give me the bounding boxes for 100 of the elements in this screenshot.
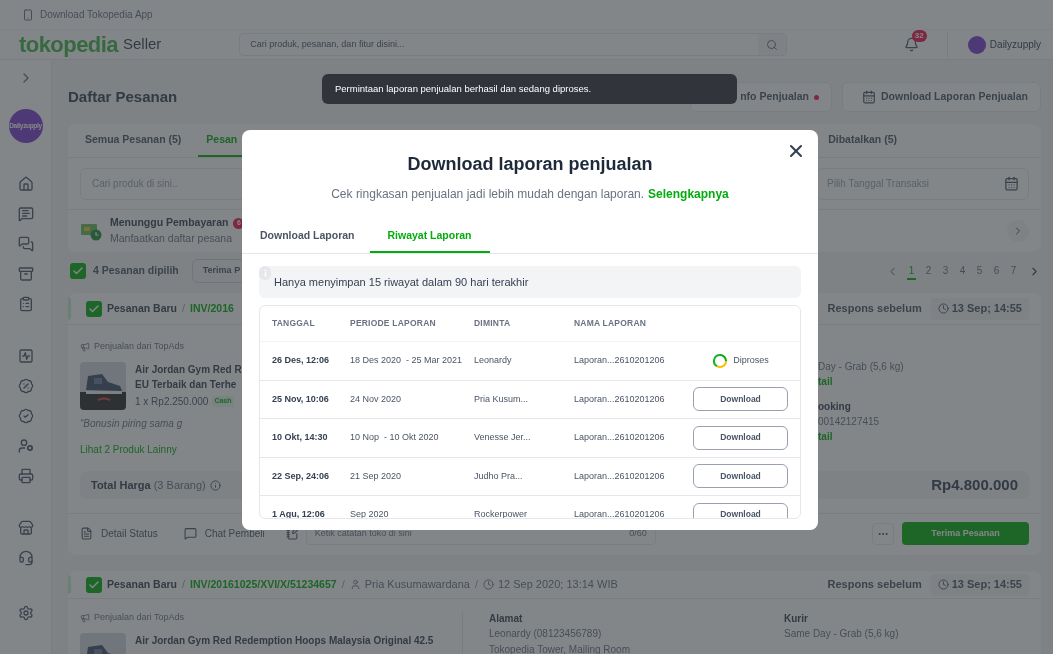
note-icon bbox=[285, 527, 299, 540]
courier-info: 00142127415 bbox=[818, 415, 881, 429]
clock-icon bbox=[937, 303, 949, 314]
detail-link[interactable]: tail bbox=[818, 374, 904, 389]
status-text: Diproses bbox=[733, 354, 769, 367]
download-button[interactable]: Download bbox=[693, 502, 788, 518]
shop-name[interactable]: Dailyzupply bbox=[989, 37, 1041, 52]
invoice-link[interactable]: INV/20161025/XVI/X/51234657 bbox=[190, 576, 337, 593]
user-icon bbox=[349, 579, 361, 590]
info-text: Hanya menyimpan 15 riwayat dalam 90 hari terakhir bbox=[274, 274, 529, 290]
address-label: Alamat bbox=[489, 612, 524, 626]
page-number[interactable]: 1 bbox=[907, 262, 916, 280]
selected-count: 4 Pesanan dipilih bbox=[93, 263, 179, 279]
total-price: Rp4.800.000 bbox=[931, 474, 1018, 495]
search-placeholder: Cari produk, pesanan, dan fitur disini... bbox=[250, 37, 406, 51]
order-tab[interactable]: Semua Pesanan (5) bbox=[68, 124, 199, 157]
clock-icon bbox=[482, 579, 494, 590]
user-settings-icon[interactable] bbox=[17, 438, 34, 454]
breadcrumb-separator: / bbox=[341, 577, 345, 593]
checkbox[interactable] bbox=[86, 576, 102, 593]
chat-buyer-link[interactable]: Chat Pembeli bbox=[204, 526, 265, 541]
printer-icon[interactable] bbox=[17, 468, 34, 484]
app-download-link[interactable]: Download Tokopedia App bbox=[40, 7, 153, 22]
product-name: Air Jordan Gym Red R bbox=[135, 363, 242, 377]
notice-title: Menunggu Pembayaran bbox=[110, 215, 229, 231]
table-cell-text: Laporan...2610201206 bbox=[574, 354, 666, 367]
detail-status-link[interactable]: Detail Status bbox=[101, 526, 158, 541]
checkmark-icon bbox=[88, 302, 100, 315]
chat-icon bbox=[183, 527, 197, 540]
search-field[interactable]: Cari produk, pesanan, dan fitur disini... bbox=[239, 33, 788, 56]
clipboard-icon[interactable] bbox=[17, 296, 34, 312]
table-cell-text: 10 Okt, 14:30 bbox=[272, 431, 329, 444]
dialog-tab[interactable]: Riwayat Laporan bbox=[369, 221, 490, 253]
buyer-note: “Bonusin piring sama g bbox=[80, 417, 184, 431]
order-time: 12 Sep 2020; 13:14 WIB bbox=[497, 577, 618, 593]
checkmark-icon bbox=[88, 578, 100, 591]
shop-avatar[interactable] bbox=[967, 35, 986, 54]
table-cell-text: Laporan...2610201206 bbox=[574, 469, 666, 483]
loading-spinner-icon bbox=[712, 352, 729, 369]
download-button[interactable]: Download bbox=[693, 387, 788, 412]
buyer-name: Pria Kusumawardana bbox=[364, 577, 470, 593]
store-icon[interactable] bbox=[17, 520, 34, 536]
table-cell-text: Laporan...2610201206 bbox=[574, 431, 666, 444]
checkbox[interactable] bbox=[86, 300, 102, 317]
archive-icon[interactable] bbox=[17, 266, 34, 282]
more-button[interactable] bbox=[872, 522, 894, 545]
table-cell-text: Venesse Jer... bbox=[474, 431, 532, 444]
accept-order-button[interactable]: Terima Pesanan bbox=[902, 522, 1029, 545]
courier-label: Kurir bbox=[784, 612, 809, 626]
calendar-icon bbox=[1004, 176, 1019, 191]
table-cell-text: 21 Sep 2020 bbox=[350, 469, 403, 483]
deadline-pill: 13 Sep; 14:55 bbox=[930, 573, 1029, 596]
table-cell-text: Laporan...2610201206 bbox=[574, 508, 666, 518]
payment-clock-icon bbox=[80, 221, 102, 241]
download-button[interactable]: Download bbox=[693, 464, 788, 489]
invoice-link[interactable]: INV/2016 bbox=[190, 300, 234, 317]
home-icon[interactable] bbox=[17, 176, 34, 192]
checkmark-icon bbox=[72, 265, 84, 277]
settings-icon[interactable] bbox=[17, 605, 34, 621]
chat-icon[interactable] bbox=[17, 236, 34, 252]
response-label: Respons sebelum bbox=[827, 301, 922, 317]
message-icon[interactable] bbox=[17, 206, 34, 222]
download-report-button[interactable]: Download Laporan Penjualan bbox=[842, 82, 1041, 112]
table-cell-text: 1 Agu, 12:06 bbox=[272, 508, 326, 518]
dialog-subtitle: Cek ringkasan penjualan jadi lebih mudah dengan laporan. bbox=[331, 186, 645, 203]
product-name: Air Jordan Gym Red Redemption Hoops Malaysia Original 42.5 bbox=[135, 634, 434, 648]
clock-icon bbox=[937, 579, 949, 590]
check-badge-icon[interactable] bbox=[17, 408, 34, 424]
table-cell-text: 26 Des, 12:06 bbox=[272, 354, 331, 367]
more-products-link[interactable]: Lihat 2 Produk Lainny bbox=[80, 442, 242, 457]
courier-info: ooking bbox=[818, 400, 852, 414]
logo[interactable]: tokopedia bbox=[19, 33, 118, 56]
percent-badge-icon[interactable] bbox=[17, 378, 34, 394]
logo-suffix: Seller bbox=[122, 34, 162, 55]
chart-icon[interactable] bbox=[17, 348, 34, 364]
detail-link[interactable]: tail bbox=[818, 429, 904, 444]
page-title: Daftar Pesanan bbox=[68, 86, 178, 107]
info-icon[interactable] bbox=[209, 479, 221, 491]
checkbox[interactable] bbox=[70, 263, 86, 279]
order-tab[interactable]: Dibatalkan (5) bbox=[811, 124, 914, 157]
breadcrumb-separator: / bbox=[182, 301, 186, 317]
next-button[interactable] bbox=[1007, 220, 1029, 242]
column-header: DIMINTA bbox=[474, 317, 512, 330]
column-header: PERIODE LAPORAN bbox=[350, 317, 437, 330]
search-button[interactable] bbox=[758, 34, 787, 55]
table-cell-text: Laporan...2610201206 bbox=[574, 392, 666, 406]
response-label: Respons sebelum bbox=[827, 577, 922, 593]
order-status: Pesanan Baru bbox=[107, 300, 178, 316]
megaphone-icon bbox=[80, 613, 90, 623]
bell-icon[interactable] bbox=[903, 37, 919, 52]
learn-more-link[interactable]: Selengkapnya bbox=[648, 185, 729, 203]
table-cell-text: Judho Pra... bbox=[474, 469, 524, 483]
table-cell-text: 18 Des 2020 - 25 Mar 2021 bbox=[350, 354, 464, 367]
breadcrumb-separator: / bbox=[474, 577, 478, 593]
calendar-icon bbox=[862, 90, 876, 104]
notice-text: Manfaatkan daftar pesana bbox=[110, 231, 233, 246]
download-button[interactable]: Download bbox=[693, 425, 788, 450]
address-line: Leonardy (08123456789) bbox=[489, 627, 603, 641]
headset-icon[interactable] bbox=[17, 550, 34, 566]
dialog-tab[interactable]: Download Laporan bbox=[245, 221, 370, 253]
